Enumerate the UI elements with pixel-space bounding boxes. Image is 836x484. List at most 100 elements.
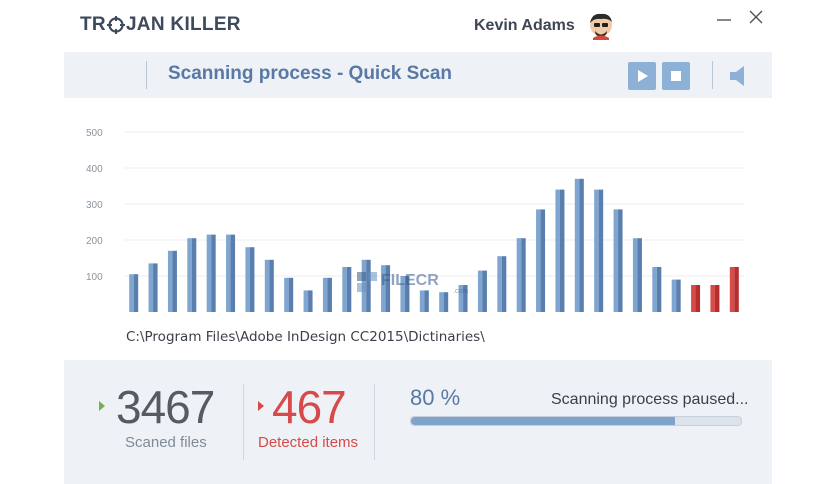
app-logo: TR JAN KILLER	[80, 14, 241, 36]
chart-bar	[187, 238, 197, 312]
chart-bar-highlight	[129, 274, 134, 312]
chart-bar-highlight	[342, 267, 347, 312]
chart-bar-detected	[710, 285, 720, 312]
chart-bar-shade	[133, 274, 139, 312]
watermark-logo-icon	[357, 272, 377, 292]
stop-icon	[671, 71, 681, 81]
current-scan-path: C:\Program Files\Adobe InDesign CC2015\D…	[126, 329, 485, 345]
chart-bar-highlight	[710, 285, 715, 312]
chart-bar	[322, 277, 332, 312]
sound-button[interactable]	[728, 64, 752, 88]
chart-bar-shade	[540, 209, 546, 312]
minimize-button[interactable]	[714, 8, 734, 28]
divider	[243, 384, 244, 460]
chart-bar-highlight	[187, 238, 192, 312]
chart-bar	[555, 189, 565, 312]
chart-bar	[671, 279, 681, 312]
arrow-right-icon	[99, 401, 105, 411]
chart-bar-highlight	[284, 277, 289, 312]
chart-bar	[148, 263, 158, 312]
app-window: TR JAN KILLER Kevin Adams Scanning proce…	[64, 0, 772, 484]
close-icon	[749, 10, 763, 24]
chart-bar	[342, 267, 352, 312]
chart-bar-highlight	[574, 178, 580, 312]
chart-bar-highlight	[729, 267, 735, 312]
chart-bar-shade	[288, 277, 294, 312]
chart-bar-shade	[211, 234, 216, 312]
chart-bar	[129, 274, 139, 312]
chart-bar-highlight	[303, 290, 309, 312]
progress-bar	[410, 416, 742, 426]
chart-bar	[536, 209, 546, 312]
chart-bar-highlight	[555, 189, 560, 312]
chart-bar-highlight	[264, 259, 270, 312]
logo-text-right: JAN KILLER	[125, 14, 241, 35]
chart-bar-shade	[559, 189, 565, 312]
chart-bar	[284, 277, 294, 312]
chart-bar-shade	[656, 267, 662, 312]
scanned-files-count: 3467	[116, 381, 215, 433]
chart-bar-shade	[579, 178, 584, 312]
chart-bar-shade	[308, 290, 313, 312]
chart-bar	[206, 234, 216, 312]
chart-bar-shade	[598, 189, 604, 312]
chart-bar-highlight	[148, 263, 154, 312]
chart-bar	[594, 189, 604, 312]
chart-bar-highlight	[652, 267, 657, 312]
speaker-icon	[730, 66, 744, 86]
avatar[interactable]	[588, 12, 614, 40]
chart-bar-highlight	[167, 250, 173, 312]
y-tick-label: 400	[86, 164, 103, 175]
chart-bar-shade	[172, 250, 177, 312]
chart-bar-shade	[714, 285, 720, 312]
chart-bar-shade	[153, 263, 158, 312]
chart-bar-shade	[230, 234, 236, 312]
chart-bar	[652, 267, 662, 312]
divider	[374, 384, 375, 460]
detected-items-label[interactable]: Detected items	[258, 434, 358, 451]
y-tick-label: 300	[86, 200, 103, 211]
minimize-icon	[717, 19, 731, 21]
play-icon	[638, 70, 648, 82]
progress-bar-fill	[411, 417, 675, 425]
divider	[146, 61, 147, 89]
y-tick-label: 100	[86, 272, 103, 283]
chart-bar-shade	[618, 209, 623, 312]
chart-bar-highlight	[691, 285, 696, 312]
crosshair-icon	[106, 16, 125, 34]
chart-bar-detected	[691, 285, 701, 312]
chart-bar	[303, 290, 313, 312]
play-button[interactable]	[628, 62, 656, 90]
chart-bar-shade	[676, 279, 681, 312]
stop-button[interactable]	[662, 62, 690, 90]
chart-bar-detected	[729, 267, 739, 312]
user-name[interactable]: Kevin Adams	[474, 17, 575, 35]
chart-bar	[613, 209, 623, 312]
watermark: FILECR .com	[357, 268, 537, 298]
chart-bar-shade	[249, 247, 255, 312]
chart-bar-highlight	[671, 279, 677, 312]
chart-bar-shade	[269, 259, 274, 312]
y-tick-label: 200	[86, 236, 103, 247]
chart-bar-shade	[346, 267, 352, 312]
close-button[interactable]	[746, 8, 766, 28]
scan-header: Scanning process - Quick Scan	[64, 52, 772, 98]
logo-text-left: TR	[80, 14, 106, 35]
chart-bar	[167, 250, 177, 312]
chart-bar-shade	[327, 277, 332, 312]
watermark-text: FILECR	[381, 272, 439, 289]
scanned-files-label: Scaned files	[125, 434, 207, 451]
progress-percent: 80 %	[410, 385, 461, 410]
divider	[712, 61, 713, 89]
chart-bar-highlight	[613, 209, 619, 312]
chart-bar-shade	[695, 285, 701, 312]
chart-bar-highlight	[322, 277, 328, 312]
chart-bar	[245, 247, 255, 312]
detected-items-count[interactable]: 467	[272, 380, 347, 434]
chart-bar	[226, 234, 236, 312]
chart-bar-highlight	[206, 234, 212, 312]
chart-bar-shade	[191, 238, 197, 312]
chart-bar	[264, 259, 274, 312]
chart-bar-shade	[637, 238, 642, 312]
arrow-right-icon	[258, 401, 264, 411]
